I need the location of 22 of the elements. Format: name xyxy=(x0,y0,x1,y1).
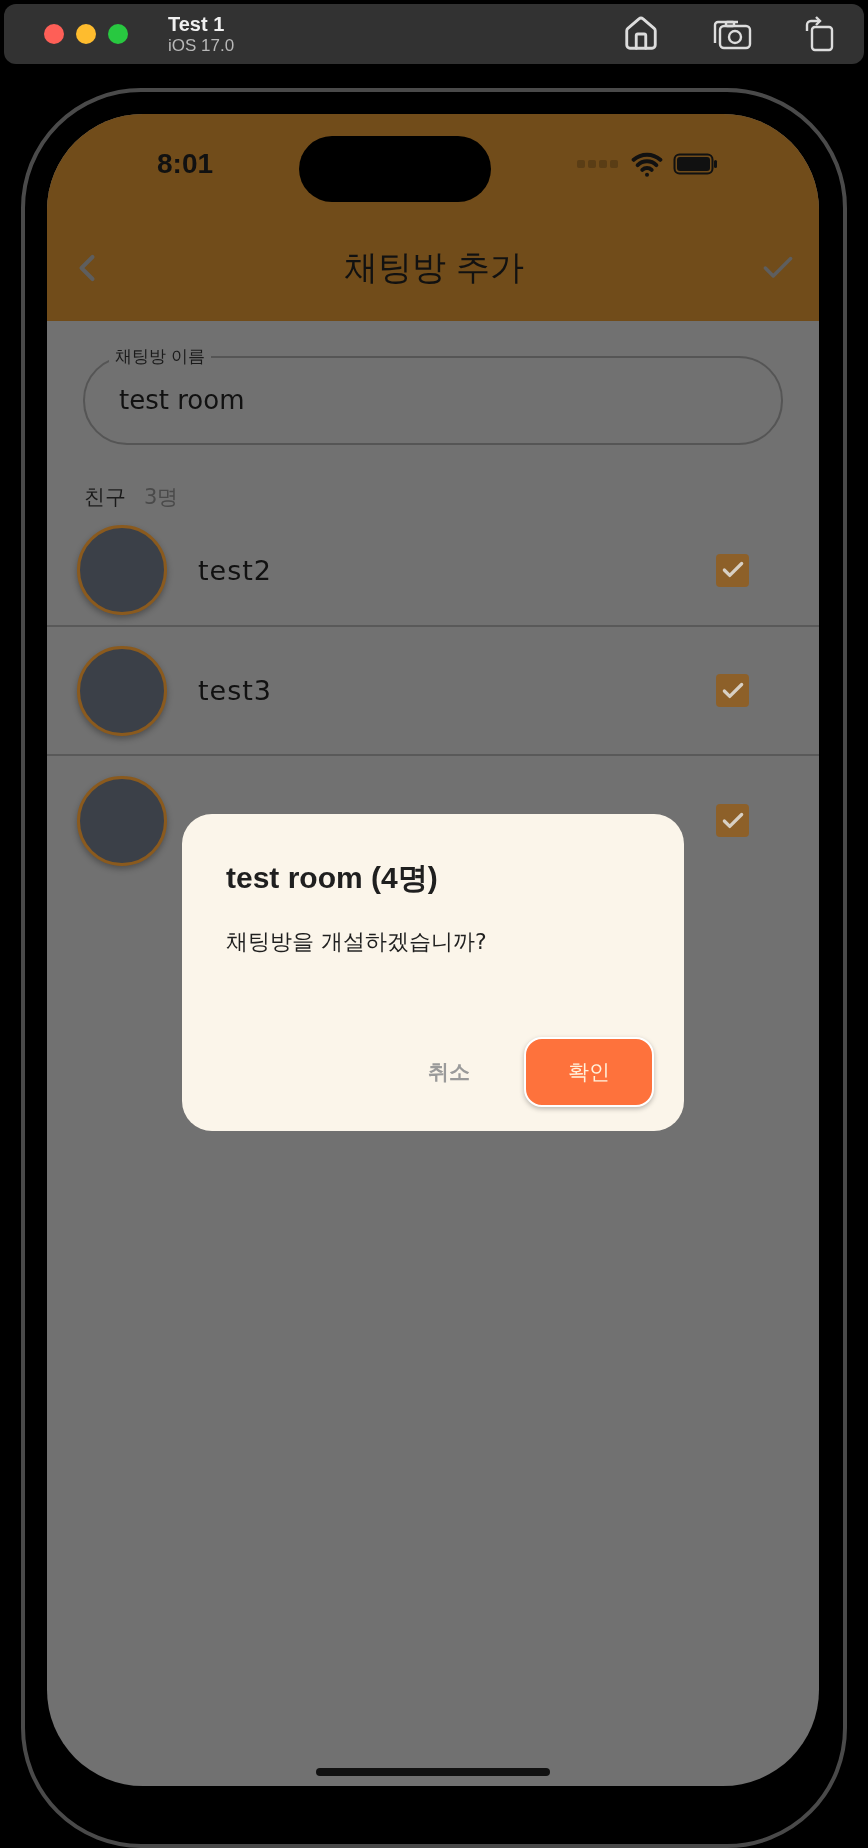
battery-icon xyxy=(673,153,719,175)
zoom-button[interactable] xyxy=(108,24,128,44)
section-label: 친구 xyxy=(84,484,126,511)
checkbox[interactable] xyxy=(716,674,749,707)
room-name-field[interactable]: 채팅방 이름 test room xyxy=(83,344,783,445)
friend-name: test3 xyxy=(198,675,274,706)
ok-button[interactable]: 확인 xyxy=(524,1037,654,1107)
checkbox[interactable] xyxy=(716,553,749,587)
dialog-message: 채팅방을 개설하겠습니까? xyxy=(226,928,488,956)
page-title: 채팅방 추가 xyxy=(343,245,525,289)
minimize-button[interactable] xyxy=(76,24,96,44)
friend-name: test2 xyxy=(198,554,274,586)
checkbox[interactable] xyxy=(716,804,749,837)
close-button[interactable] xyxy=(44,24,64,44)
cancel-button[interactable]: 취소 xyxy=(420,1050,478,1094)
home-icon[interactable] xyxy=(622,15,660,53)
os-version: iOS 17.0 xyxy=(168,35,236,56)
status-time: 8:01 xyxy=(157,148,214,180)
dialog-title: test room (4명) xyxy=(226,860,439,896)
device-title: Test 1 xyxy=(168,12,226,36)
rotate-icon[interactable] xyxy=(804,16,834,52)
field-value: test room xyxy=(119,385,245,415)
